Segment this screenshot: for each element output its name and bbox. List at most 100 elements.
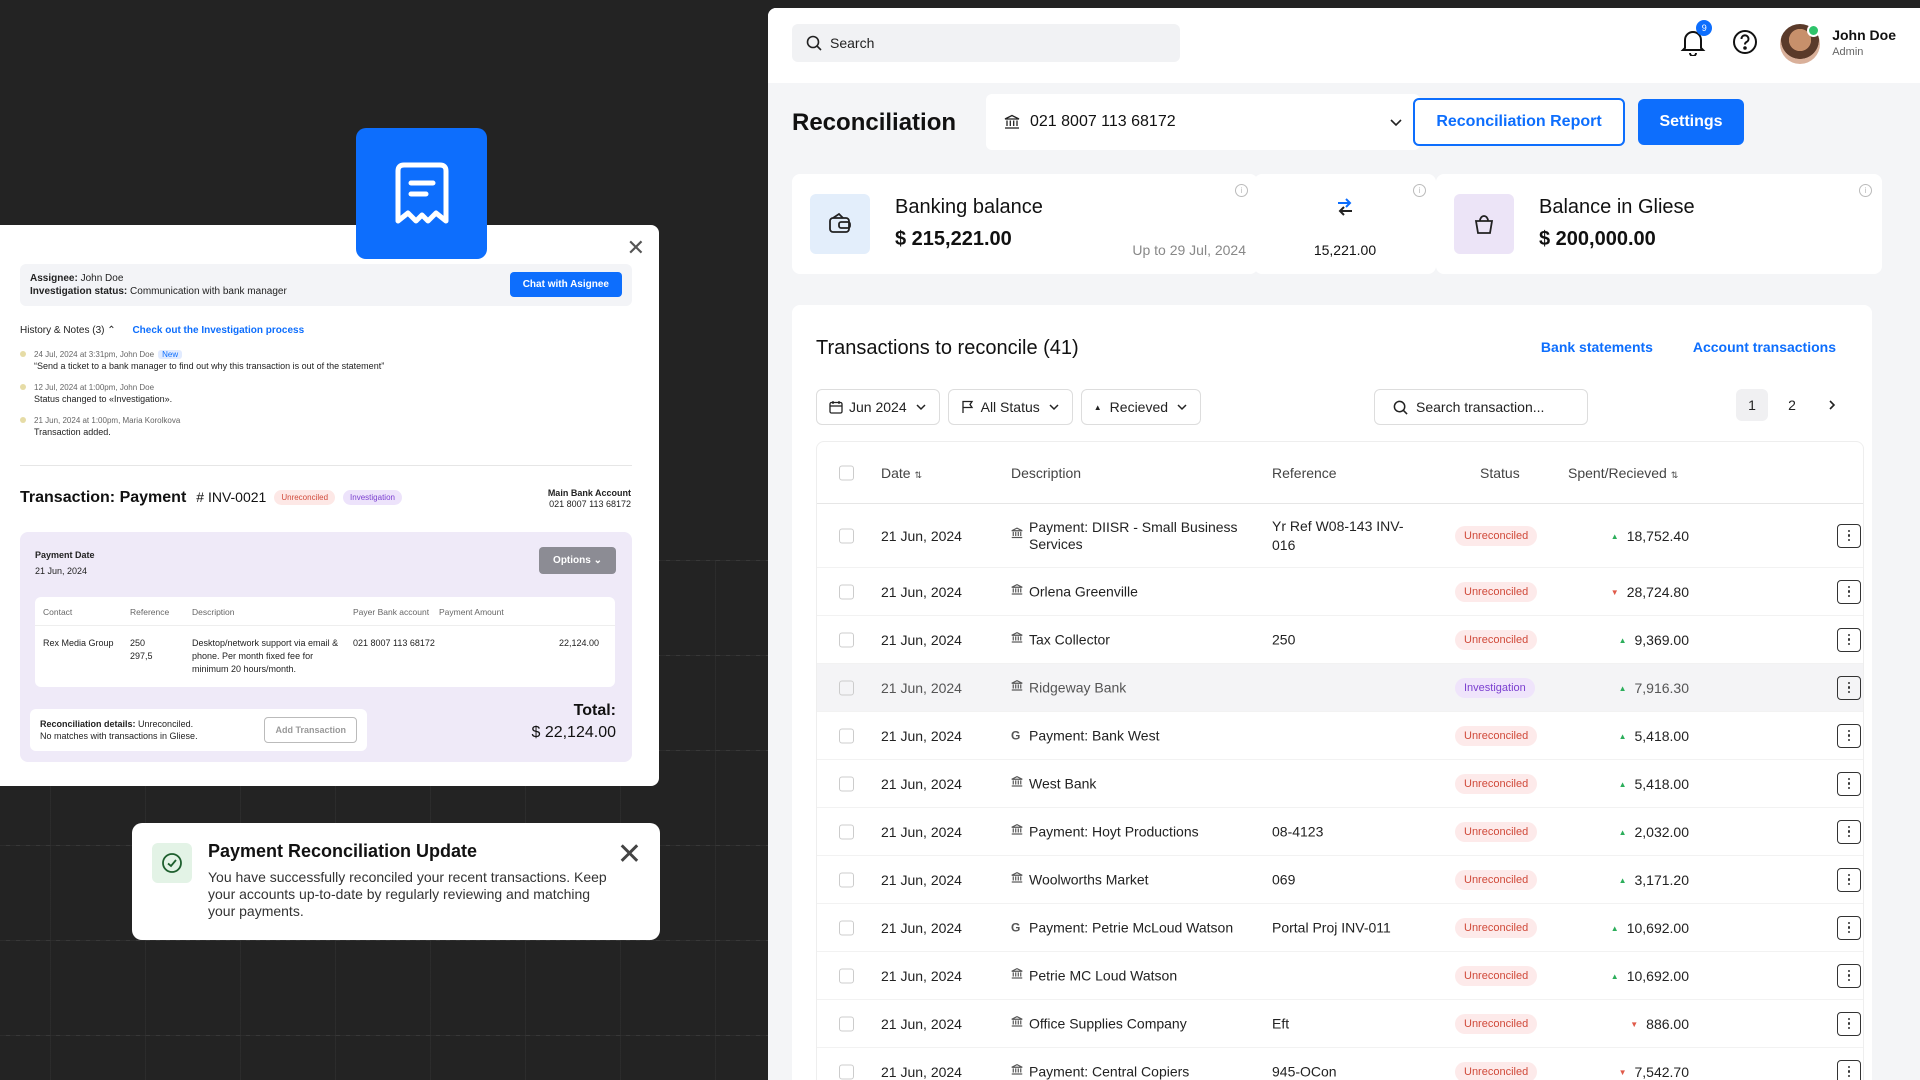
info-icon[interactable]: i	[1413, 184, 1426, 197]
note-dot-icon	[20, 384, 26, 390]
transaction-search-placeholder: Search transaction...	[1416, 399, 1545, 415]
add-transaction-button[interactable]: Add Transaction	[264, 717, 357, 743]
divider	[20, 465, 632, 466]
chevron-right-icon[interactable]	[1816, 389, 1848, 421]
column-date[interactable]: Date ⇅	[881, 465, 922, 481]
triangle-up-icon: ▲	[1093, 402, 1102, 412]
table-row[interactable]: 21 Jun, 2024 Payment: Central Copiers 945-…	[817, 1048, 1863, 1080]
notifications-button[interactable]: 9	[1680, 19, 1713, 61]
options-button[interactable]: Options ⌄	[539, 547, 616, 574]
row-menu-button[interactable]	[1837, 915, 1861, 940]
table-row[interactable]: 21 Jun, 2024 G Payment: Petrie McLoud Wats…	[817, 904, 1863, 952]
close-icon[interactable]: ✕	[627, 235, 645, 261]
row-description: Payment: Central Copiers	[1011, 1063, 1241, 1080]
table-row[interactable]: 21 Jun, 2024 Payment: DIISR - Small Busin…	[817, 504, 1863, 568]
status-badge: Unreconciled	[1455, 581, 1538, 602]
row-menu-button[interactable]	[1837, 723, 1861, 748]
row-description: Payment: DIISR - Small Business Services	[1011, 519, 1241, 553]
table-row[interactable]: 21 Jun, 2024 Orlena Greenville Unreconcile…	[817, 568, 1863, 616]
received-arrow-icon: ▲	[1610, 531, 1619, 541]
table-row[interactable]: 21 Jun, 2024 Tax Collector 250 Unreconciled…	[817, 616, 1863, 664]
row-checkbox[interactable]	[839, 680, 854, 695]
account-transactions-link[interactable]: Account transactions	[1693, 339, 1836, 355]
table-row[interactable]: 21 Jun, 2024 G Payment: Bank West Unreconci…	[817, 712, 1863, 760]
table-row[interactable]: 21 Jun, 2024 Office Supplies Company Eft Un…	[817, 1000, 1863, 1048]
month-filter[interactable]: Jun 2024	[816, 389, 940, 425]
bank-icon	[1011, 1063, 1029, 1080]
row-date: 21 Jun, 2024	[881, 1015, 962, 1032]
settings-button[interactable]: Settings	[1638, 99, 1744, 145]
select-all-checkbox[interactable]	[839, 465, 854, 480]
transaction-search-input[interactable]: Search transaction...	[1374, 389, 1588, 425]
row-checkbox[interactable]	[839, 776, 854, 791]
table-row[interactable]: 21 Jun, 2024 West Bank Unreconciled ▲ 5,418.…	[817, 760, 1863, 808]
status-filter[interactable]: All Status	[947, 389, 1073, 425]
bank-icon	[1004, 114, 1020, 129]
table-row[interactable]: 21 Jun, 2024 Payment: Hoyt Productions 08-…	[817, 808, 1863, 856]
row-date: 21 Jun, 2024	[881, 823, 962, 840]
top-bar: Search 9 John Doe Admin	[768, 8, 1920, 83]
row-checkbox[interactable]	[839, 920, 854, 935]
table-row[interactable]: 21 Jun, 2024 Petrie MC Loud Watson Unrecon…	[817, 952, 1863, 1000]
account-select[interactable]: 021 8007 113 68172	[986, 94, 1420, 150]
row-menu-button[interactable]	[1837, 963, 1861, 988]
avatar[interactable]	[1780, 24, 1821, 64]
status-badge: Unreconciled	[274, 490, 336, 505]
row-checkbox[interactable]	[839, 824, 854, 839]
flag-icon	[961, 400, 973, 413]
spent-arrow-icon: ▼	[1610, 587, 1619, 597]
row-checkbox[interactable]	[839, 1016, 854, 1031]
row-menu-button[interactable]	[1837, 1059, 1861, 1080]
info-icon[interactable]: i	[1235, 184, 1248, 197]
help-button[interactable]	[1732, 29, 1758, 60]
row-checkbox[interactable]	[839, 1064, 854, 1079]
column-amount[interactable]: Spent/Recieved ⇅	[1568, 465, 1678, 481]
note-dot-icon	[20, 351, 26, 357]
row-description: Tax Collector	[1011, 631, 1241, 648]
bank-statements-link[interactable]: Bank statements	[1541, 339, 1653, 355]
page-2-button[interactable]: 2	[1776, 389, 1808, 421]
column-description: Description	[1011, 464, 1082, 481]
table-row[interactable]: 21 Jun, 2024 Ridgeway Bank Investigation ▲ 7…	[817, 664, 1863, 712]
close-icon[interactable]: ✕	[617, 837, 642, 872]
search-input[interactable]: Search	[792, 24, 1180, 62]
received-arrow-icon: ▲	[1618, 779, 1627, 789]
row-menu-button[interactable]	[1837, 523, 1861, 548]
row-menu-button[interactable]	[1837, 819, 1861, 844]
row-checkbox[interactable]	[839, 528, 854, 543]
user-menu[interactable]: John Doe Admin	[1832, 27, 1896, 61]
info-icon[interactable]: i	[1859, 184, 1872, 197]
row-checkbox[interactable]	[839, 872, 854, 887]
row-checkbox[interactable]	[839, 728, 854, 743]
row-menu-button[interactable]	[1837, 1011, 1861, 1036]
description: Desktop/network support via email & phon…	[192, 638, 339, 674]
row-checkbox[interactable]	[839, 632, 854, 647]
row-menu-button[interactable]	[1837, 579, 1861, 604]
bank-icon	[1011, 871, 1029, 888]
row-date: 21 Jun, 2024	[881, 967, 962, 984]
row-date: 21 Jun, 2024	[881, 527, 962, 544]
row-checkbox[interactable]	[839, 584, 854, 599]
table-row[interactable]: 21 Jun, 2024 Woolworths Market 069 Unreconc…	[817, 856, 1863, 904]
main-account-label: Main Bank Account	[547, 488, 631, 498]
page-1-button[interactable]: 1	[1736, 389, 1768, 421]
row-menu-button[interactable]	[1837, 675, 1861, 700]
month-filter-label: Jun 2024	[849, 399, 907, 415]
row-menu-button[interactable]	[1837, 627, 1861, 652]
row-menu-button[interactable]	[1837, 771, 1861, 796]
bank-icon	[1011, 775, 1029, 792]
row-checkbox[interactable]	[839, 968, 854, 983]
g-logo-icon: G	[1011, 920, 1021, 934]
payment-date-value: 21 Jun, 2024	[35, 566, 88, 576]
note-text: Transaction added.	[34, 427, 111, 437]
row-description: Payment: Hoyt Productions	[1011, 823, 1241, 840]
chevron-up-icon[interactable]: ⌃	[107, 325, 115, 336]
investigation-status: Communication with bank manager	[130, 286, 287, 297]
row-amount-value: 7,916.30	[1634, 679, 1690, 696]
reconciliation-report-button[interactable]: Reconciliation Report	[1413, 98, 1625, 146]
chat-with-assignee-button[interactable]: Chat with Asignee	[509, 272, 622, 297]
transactions-card: Transactions to reconcile (41) Bank stat…	[792, 305, 1872, 1080]
investigation-process-link[interactable]: Check out the Investigation process	[132, 325, 304, 336]
row-menu-button[interactable]	[1837, 867, 1861, 892]
direction-filter[interactable]: ▲ Recieved	[1080, 389, 1202, 425]
